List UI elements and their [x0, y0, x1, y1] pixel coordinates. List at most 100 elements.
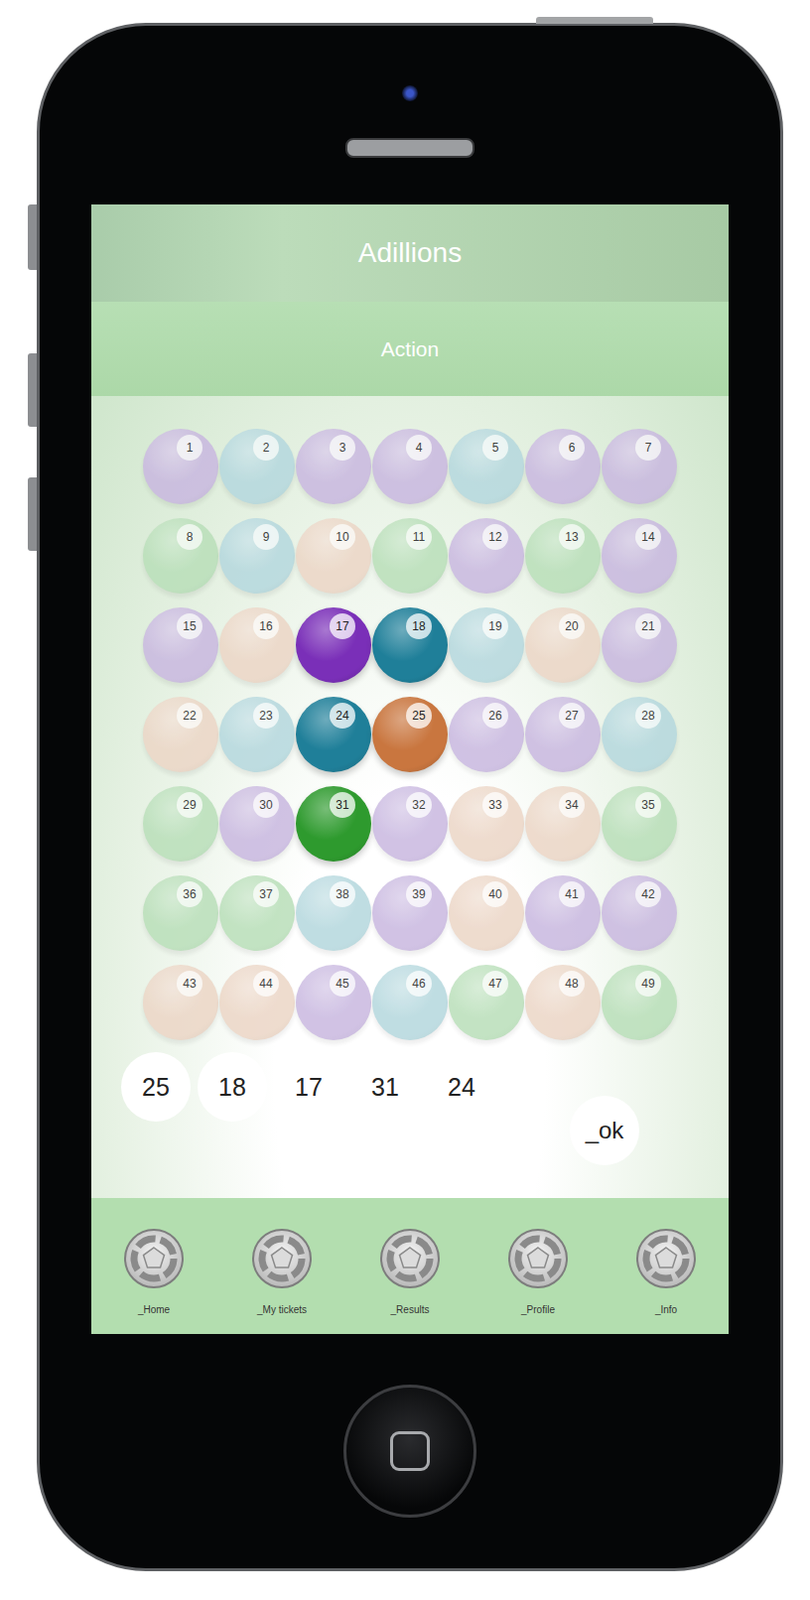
lottery-ball[interactable]: 21 [601, 607, 677, 683]
lottery-ball[interactable]: 47 [448, 964, 525, 1041]
lottery-ball[interactable]: 5 [448, 428, 525, 505]
lottery-ball[interactable]: 14 [601, 518, 677, 594]
tab-label: _Info [655, 1304, 677, 1316]
lottery-ball[interactable]: 29 [142, 786, 219, 862]
ball-number: 41 [558, 881, 585, 908]
lottery-ball[interactable]: 8 [142, 518, 219, 594]
ball-number: 23 [253, 702, 279, 729]
lottery-ball[interactable]: 28 [601, 696, 677, 773]
badge-icon [635, 1227, 697, 1290]
phone-bottom [39, 1334, 781, 1569]
tab-item[interactable]: _Results [365, 1227, 455, 1335]
lottery-ball[interactable]: 38 [295, 875, 372, 951]
lottery-ball[interactable]: 48 [525, 964, 601, 1041]
lottery-ball[interactable]: 40 [448, 875, 525, 951]
lottery-ball[interactable]: 45 [295, 964, 372, 1041]
ball-number: 25 [405, 702, 432, 729]
picked-number[interactable]: 17 [273, 1052, 344, 1122]
title-bar: Adillions [91, 204, 729, 302]
lottery-ball[interactable]: 32 [372, 786, 448, 862]
lottery-ball[interactable]: 13 [525, 518, 601, 594]
action-bar: Action [91, 301, 729, 397]
lottery-ball[interactable]: 49 [601, 964, 677, 1041]
lottery-ball[interactable]: 27 [525, 696, 601, 773]
ball-number: 39 [405, 881, 432, 908]
ball-number: 37 [253, 881, 279, 908]
lottery-ball[interactable]: 12 [448, 518, 525, 594]
picks-row: 2518173124 _ok [91, 1040, 729, 1166]
lottery-ball[interactable]: 43 [142, 964, 219, 1041]
ball-number: 49 [635, 970, 662, 997]
badge-icon [379, 1227, 441, 1290]
lottery-ball[interactable]: 3 [295, 428, 372, 505]
ball-number: 14 [635, 524, 662, 550]
ball-number: 29 [176, 792, 203, 818]
lottery-ball[interactable]: 16 [219, 607, 295, 683]
ball-number: 10 [329, 524, 356, 550]
ball-number: 40 [482, 881, 509, 908]
lottery-ball[interactable]: 34 [525, 786, 601, 862]
lottery-ball[interactable]: 18 [372, 607, 448, 683]
ball-number: 36 [176, 881, 203, 908]
picked-number[interactable]: 24 [426, 1052, 497, 1122]
ball-number: 32 [405, 792, 432, 818]
lottery-ball[interactable]: 25 [372, 696, 448, 773]
lottery-ball[interactable]: 20 [525, 607, 601, 683]
picked-number[interactable]: 18 [197, 1052, 268, 1122]
lottery-ball[interactable]: 30 [219, 786, 295, 862]
badge-icon [251, 1227, 313, 1290]
lottery-ball[interactable]: 33 [448, 786, 525, 862]
lottery-ball[interactable]: 46 [372, 964, 448, 1041]
lottery-ball[interactable]: 44 [219, 964, 295, 1041]
lottery-ball[interactable]: 41 [525, 875, 601, 951]
lottery-ball[interactable]: 22 [142, 696, 219, 773]
lottery-ball[interactable]: 42 [601, 875, 677, 951]
ball-number: 35 [635, 792, 662, 818]
lottery-ball[interactable]: 10 [295, 518, 372, 594]
ball-number: 48 [558, 970, 585, 997]
ball-number: 30 [253, 792, 279, 818]
lottery-ball[interactable]: 31 [295, 786, 372, 862]
lottery-ball[interactable]: 37 [219, 875, 295, 951]
tab-item[interactable]: _Info [621, 1227, 711, 1335]
ball-number: 34 [558, 792, 585, 818]
ok-button[interactable]: _ok [569, 1095, 640, 1166]
lottery-ball[interactable]: 17 [295, 607, 372, 683]
picked-number[interactable]: 25 [121, 1052, 191, 1122]
lottery-ball[interactable]: 39 [372, 875, 448, 951]
tab-label: _Profile [521, 1304, 555, 1316]
ball-number: 47 [482, 970, 509, 997]
tab-item[interactable]: _Profile [493, 1227, 583, 1335]
lottery-ball[interactable]: 24 [295, 696, 372, 773]
tab-item[interactable]: _My tickets [237, 1227, 327, 1335]
lottery-ball[interactable]: 4 [372, 428, 448, 505]
lottery-ball[interactable]: 15 [142, 607, 219, 683]
lottery-ball[interactable]: 2 [219, 428, 295, 505]
ball-number: 44 [253, 970, 279, 997]
lottery-ball[interactable]: 6 [525, 428, 601, 505]
lottery-ball[interactable]: 7 [601, 428, 677, 505]
ball-number: 38 [329, 881, 356, 908]
app-title: Adillions [358, 237, 462, 270]
lottery-ball[interactable]: 19 [448, 607, 525, 683]
ball-number: 16 [253, 613, 279, 640]
ball-number: 22 [176, 702, 203, 729]
tab-item[interactable]: _Home [109, 1227, 199, 1335]
ball-number: 43 [176, 970, 203, 997]
lottery-ball[interactable]: 23 [219, 696, 295, 773]
ball-number: 8 [176, 524, 203, 550]
speaker-icon [345, 137, 475, 158]
picked-number[interactable]: 31 [350, 1052, 420, 1122]
ball-number: 3 [329, 434, 356, 461]
mute-switch [27, 204, 37, 270]
lottery-ball[interactable]: 36 [142, 875, 219, 951]
lottery-ball[interactable]: 26 [448, 696, 525, 773]
home-button[interactable] [343, 1384, 477, 1518]
ball-number: 12 [482, 524, 509, 550]
ball-number: 33 [482, 792, 509, 818]
lottery-ball[interactable]: 1 [142, 428, 219, 505]
lottery-ball[interactable]: 9 [219, 518, 295, 594]
ball-number: 45 [329, 970, 356, 997]
lottery-ball[interactable]: 35 [601, 786, 677, 862]
lottery-ball[interactable]: 11 [372, 518, 448, 594]
